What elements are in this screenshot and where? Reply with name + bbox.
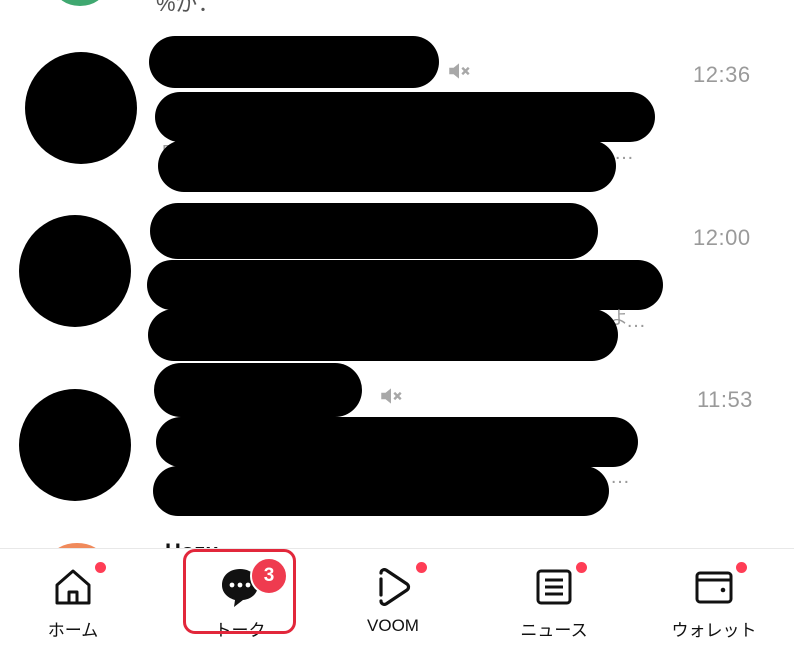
truncation-ellipsis: …: [626, 310, 646, 332]
redacted-message-line: [156, 417, 638, 467]
mute-icon: [381, 388, 402, 404]
notification-dot: [736, 562, 747, 573]
bottom-tab-bar: ホーム 3 トーク VOOM ニュース ウォレット: [0, 548, 794, 653]
wallet-icon: [695, 571, 733, 604]
avatar: [19, 215, 131, 327]
notification-dot: [576, 562, 587, 573]
unread-count-badge: 3: [250, 557, 288, 595]
tab-label: ウォレット: [671, 621, 757, 640]
mute-icon: [449, 63, 470, 79]
message-time: 12:36: [693, 62, 751, 87]
tab-label: トーク: [214, 621, 266, 640]
chat-row-partial-bottom[interactable]: Hozu: [0, 535, 794, 548]
tab-wallet[interactable]: ウォレット: [654, 549, 774, 653]
truncation-ellipsis: …: [610, 466, 630, 488]
redacted-message-line: [147, 260, 663, 310]
chat-list-item[interactable]: 12:36 R …: [0, 30, 794, 192]
redacted-message-line: [158, 140, 616, 192]
chat-row-partial-top[interactable]: %が：: [0, 0, 794, 20]
redacted-chat-name: [149, 36, 439, 88]
tab-voom[interactable]: VOOM: [333, 549, 453, 653]
tab-label: ホーム: [47, 621, 99, 640]
chat-name-peek: Hozu: [165, 539, 219, 548]
message-time: 12:00: [693, 225, 751, 250]
news-icon: [536, 569, 572, 605]
avatar: [19, 389, 131, 501]
tab-home[interactable]: ホーム: [13, 549, 133, 653]
voom-play-icon: [379, 568, 411, 606]
redacted-message-line: [155, 92, 655, 142]
message-preview-peek: %が：: [156, 0, 220, 16]
home-icon: [55, 569, 91, 605]
chat-list-item[interactable]: 12:00 よ …: [0, 200, 794, 361]
notification-dot: [416, 562, 427, 573]
redacted-message-line: [153, 466, 609, 516]
tab-news[interactable]: ニュース: [494, 549, 614, 653]
tab-talk[interactable]: 3 トーク: [180, 549, 300, 653]
redacted-chat-name: [150, 203, 598, 259]
notification-dot: [95, 562, 106, 573]
redacted-message-line: [148, 309, 618, 361]
avatar: [25, 52, 137, 164]
tab-label: ニュース: [520, 621, 588, 640]
redacted-chat-name: [154, 363, 362, 417]
chat-list-item[interactable]: 11:53 …: [0, 360, 794, 520]
avatar: [55, 0, 105, 6]
tab-label: VOOM: [367, 616, 419, 635]
truncation-ellipsis: …: [614, 142, 634, 164]
message-time: 11:53: [697, 387, 753, 412]
